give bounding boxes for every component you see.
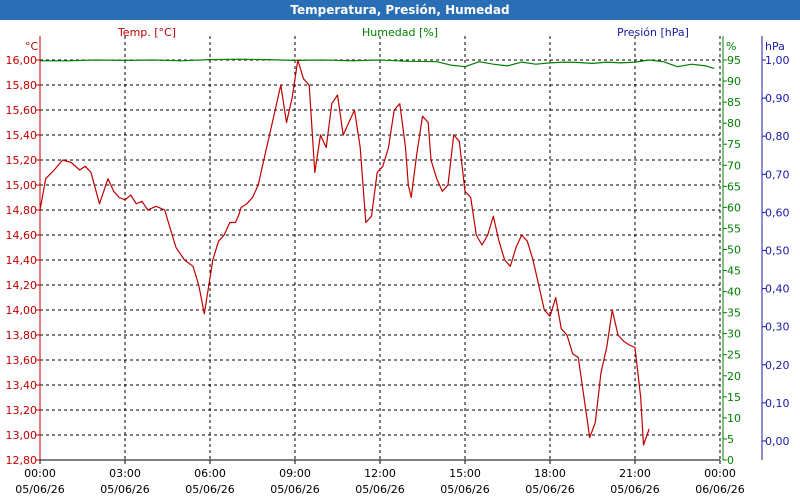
humidity-tick-label: 50 (727, 243, 741, 256)
axes (36, 36, 766, 464)
humidity-tick-label: 15 (727, 391, 741, 404)
x-tick-date: 05/06/26 (355, 483, 404, 496)
series-layer (39, 58, 715, 446)
temperature-tick-label: 12,80 (6, 454, 38, 467)
x-tick-date: 06/06/26 (695, 483, 744, 496)
temperature-tick-label: 14,60 (6, 229, 38, 242)
temperature-series-line (39, 59, 650, 446)
chart-window: Temperatura, Presión, Humedad 00:00 05/06… (0, 0, 800, 500)
pressure-tick-label: 0,40 (765, 283, 790, 296)
pressure-unit-label: hPa (765, 40, 785, 53)
x-tick-time: 21:00 (619, 467, 651, 480)
x-tick-date: 05/06/26 (100, 483, 149, 496)
temperature-tick-label: 13,80 (6, 329, 38, 342)
temperature-tick-label: 13,20 (6, 404, 38, 417)
humidity-tick-label: 90 (727, 75, 741, 88)
humidity-tick-label: 5 (727, 433, 734, 446)
humidity-tick-label: 10 (727, 412, 741, 425)
x-tick-time: 03:00 (109, 467, 141, 480)
x-tick-date: 05/06/26 (15, 483, 64, 496)
pressure-tick-label: 0,10 (765, 397, 790, 410)
x-tick-time: 00:00 (24, 467, 56, 480)
pressure-tick-label: 0,70 (765, 168, 790, 181)
x-tick-time: 15:00 (449, 467, 481, 480)
humidity-tick-label: 30 (727, 328, 741, 341)
humidity-tick-label: 95 (727, 54, 741, 67)
x-tick-time: 00:00 (704, 467, 736, 480)
temperature-unit-label: °C (25, 40, 39, 53)
x-tick-date: 05/06/26 (610, 483, 659, 496)
temperature-tick-label: 16,00 (6, 54, 38, 67)
humidity-tick-label: 70 (727, 159, 741, 172)
temperature-tick-label: 13,60 (6, 354, 38, 367)
temperature-tick-label: 14,20 (6, 279, 38, 292)
humidity-tick-label: 45 (727, 265, 741, 278)
temperature-tick-label: 15,00 (6, 179, 38, 192)
humidity-tick-label: 20 (727, 370, 741, 383)
pressure-tick-label: 0,60 (765, 206, 790, 219)
temperature-tick-label: 14,80 (6, 204, 38, 217)
humidity-tick-label: 40 (727, 286, 741, 299)
temperature-tick-label: 13,40 (6, 379, 38, 392)
x-tick-time: 18:00 (534, 467, 566, 480)
pressure-tick-label: 0,00 (765, 435, 790, 448)
legend-temperature: Temp. [°C] (117, 26, 176, 39)
temperature-tick-label: 15,40 (6, 129, 38, 142)
humidity-tick-label: 60 (727, 201, 741, 214)
legend-pressure: Presión [hPa] (617, 26, 689, 39)
x-tick-date: 05/06/26 (185, 483, 234, 496)
humidity-tick-label: 65 (727, 180, 741, 193)
x-tick-time: 06:00 (194, 467, 226, 480)
x-tick-date: 05/06/26 (525, 483, 574, 496)
temperature-tick-label: 14,40 (6, 254, 38, 267)
pressure-tick-label: 0,80 (765, 130, 790, 143)
humidity-tick-label: 75 (727, 138, 741, 151)
x-tick-time: 12:00 (364, 467, 396, 480)
pressure-tick-label: 0,30 (765, 321, 790, 334)
humidity-tick-label: 85 (727, 96, 741, 109)
x-tick-date: 05/06/26 (270, 483, 319, 496)
x-tick-date: 05/06/26 (440, 483, 489, 496)
humidity-tick-label: 80 (727, 117, 741, 130)
pressure-tick-label: 0,20 (765, 359, 790, 372)
tick-labels: 00:00 05/06/26 03:00 05/06/26 06:00 05/06/26 0… (6, 26, 790, 496)
pressure-tick-label: 1,00 (765, 54, 790, 67)
temperature-tick-label: 15,80 (6, 79, 38, 92)
temperature-tick-label: 15,60 (6, 104, 38, 117)
humidity-unit-label: % (726, 40, 736, 53)
humidity-tick-label: 25 (727, 349, 741, 362)
temperature-tick-label: 14,00 (6, 304, 38, 317)
grid (39, 36, 721, 461)
temperature-tick-label: 13,00 (6, 429, 38, 442)
humidity-series-line (40, 58, 715, 69)
humidity-tick-label: 55 (727, 222, 741, 235)
weather-chart: 00:00 05/06/26 03:00 05/06/26 06:00 05/06/26 0… (6, 26, 790, 496)
x-tick-time: 09:00 (279, 467, 311, 480)
pressure-tick-label: 0,50 (765, 244, 790, 257)
pressure-tick-label: 0,90 (765, 92, 790, 105)
legend-humidity: Humedad [%] (362, 26, 438, 39)
humidity-tick-label: 35 (727, 307, 741, 320)
humidity-tick-label: 0 (727, 454, 734, 467)
temperature-tick-label: 15,20 (6, 154, 38, 167)
